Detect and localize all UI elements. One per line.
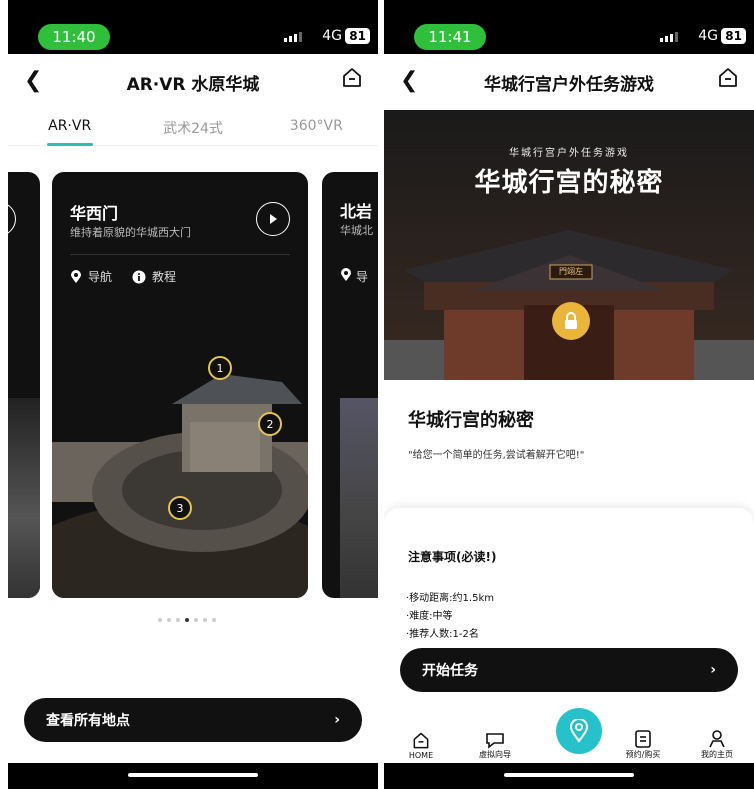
ticket-icon [635, 730, 651, 748]
tab-360-vr[interactable]: 360°VR [255, 110, 378, 145]
lock-icon [552, 302, 590, 340]
play-icon [8, 202, 16, 236]
status-time: 11:40 [38, 24, 110, 50]
network-label: 4G [698, 28, 718, 44]
map-location-button[interactable] [556, 708, 602, 754]
notice-item: ·移动距离:约1.5km [406, 593, 494, 604]
status-bar: 11:41 4G 81 [384, 0, 754, 54]
tab-virtual-guide[interactable]: 虚拟向导 [458, 716, 532, 764]
button-label: 查看所有地点 [46, 713, 130, 729]
page-dot [194, 618, 198, 622]
place-image [8, 398, 40, 598]
home-indicator [8, 763, 378, 789]
notice-item: ·难度:中等 [406, 611, 453, 622]
carousel-pagination [158, 618, 216, 622]
notice-list: ·移动距离:约1.5km ·难度:中等 ·推荐人数:1-2名 [406, 590, 494, 644]
signal-icon [660, 32, 678, 42]
section-title: 华城行宫的秘密 [408, 410, 534, 431]
hero-banner: 华城行宫户外任务游戏 华城行宫的秘密 門翊左 [384, 110, 754, 380]
home-icon [413, 732, 429, 749]
tab-label: 我的主页 [701, 750, 733, 759]
location-pin-icon [71, 269, 81, 283]
status-time: 11:41 [414, 24, 486, 50]
divider [70, 254, 290, 255]
tab-label: 预约/购买 [625, 750, 661, 759]
view-all-places-button[interactable]: 查看所有地点 › [24, 698, 362, 742]
battery-level: 81 [345, 28, 370, 44]
nav-header: ❮ AR·VR 水原华城 [8, 54, 378, 110]
carousel-card-hwaseomun[interactable]: 华西门 维持着原貌的华城西大门 导航 教程 1 2 3 [52, 172, 308, 598]
tab-home[interactable]: HOME [384, 716, 458, 764]
tab-martial-arts[interactable]: 武术24式 [131, 110, 254, 145]
location-pin-icon [569, 719, 589, 743]
tab-ar-vr[interactable]: AR·VR [8, 110, 131, 145]
play-button[interactable] [256, 202, 290, 236]
play-icon [270, 214, 277, 224]
card-subtitle: 维持着原貌的华城西大门 [70, 226, 191, 239]
home-icon[interactable] [716, 66, 740, 90]
location-pin-icon [341, 268, 351, 281]
mission-game-screen: 11:41 4G 81 ❮ 华城行宫户外任务游戏 华城行宫户外任务游戏 华城行宫… [384, 0, 754, 789]
tutorial-link[interactable]: 教程 [132, 268, 176, 285]
page-dot [212, 618, 216, 622]
info-icon [132, 270, 146, 283]
card-actions: 导航 教程 [70, 268, 176, 285]
page-title: AR·VR 水原华城 [126, 75, 260, 95]
notice-title: 注意事项(必读!) [408, 550, 497, 564]
start-mission-button[interactable]: 开始任务 › [400, 648, 738, 692]
tab-label: 虚拟向导 [479, 750, 511, 759]
ar-vr-screen: 11:40 4G 81 ❮ AR·VR 水原华城 AR·VR 武术24式 360… [8, 0, 378, 789]
page-dot-active [185, 618, 189, 622]
ar-marker-2[interactable]: 2 [258, 412, 282, 436]
card-subtitle: 华城北 [340, 224, 373, 237]
padlock-glyph [565, 312, 577, 329]
palace-gate-image [384, 230, 754, 380]
ar-marker-1[interactable]: 1 [208, 356, 232, 380]
ar-gate-model [52, 374, 308, 598]
tab-label: HOME [408, 751, 434, 760]
tab-reservation[interactable]: 预约/购买 [606, 716, 680, 764]
section-description: "给您一个简单的任务,尝试着解开它吧!" [408, 450, 585, 461]
carousel-card-next[interactable]: 北岩 华城北 导 [322, 172, 378, 598]
navigate-label: 导 [356, 270, 369, 284]
page-dot [203, 618, 207, 622]
ar-marker-3[interactable]: 3 [168, 496, 192, 520]
home-icon[interactable] [340, 66, 364, 90]
button-label: 开始任务 [422, 663, 478, 679]
nav-header: ❮ 华城行宫户外任务游戏 [384, 54, 754, 110]
signal-icon [284, 32, 302, 42]
card-title: 北岩 [340, 202, 373, 221]
hero-subtitle: 华城行宫户外任务游戏 [509, 148, 629, 159]
user-icon [709, 730, 725, 748]
tab-my-page[interactable]: 我的主页 [680, 716, 754, 764]
card-title: 华西门 [70, 204, 119, 223]
network-label: 4G [322, 28, 342, 44]
navigate-link[interactable]: 导航 [70, 268, 112, 285]
tab-bar: AR·VR 武术24式 360°VR [8, 110, 378, 146]
chevron-right-icon: › [334, 712, 340, 728]
carousel-card-prev[interactable] [8, 172, 40, 598]
page-title: 华城行宫户外任务游戏 [484, 75, 654, 95]
page-dot [167, 618, 171, 622]
battery-level: 81 [721, 28, 746, 44]
status-bar: 11:40 4G 81 [8, 0, 378, 54]
page-dot [158, 618, 162, 622]
gate-sign: 門翊左 [559, 267, 583, 276]
home-indicator [384, 763, 754, 789]
chevron-right-icon: › [710, 662, 716, 678]
chat-icon [486, 733, 504, 749]
page-dot [176, 618, 180, 622]
tutorial-label: 教程 [152, 270, 177, 284]
navigate-link[interactable]: 导 [340, 268, 368, 285]
hero-title: 华城行宫的秘密 [474, 168, 664, 198]
navigate-label: 导航 [88, 270, 113, 284]
notice-item: ·推荐人数:1-2名 [406, 629, 479, 640]
place-image [340, 398, 378, 598]
